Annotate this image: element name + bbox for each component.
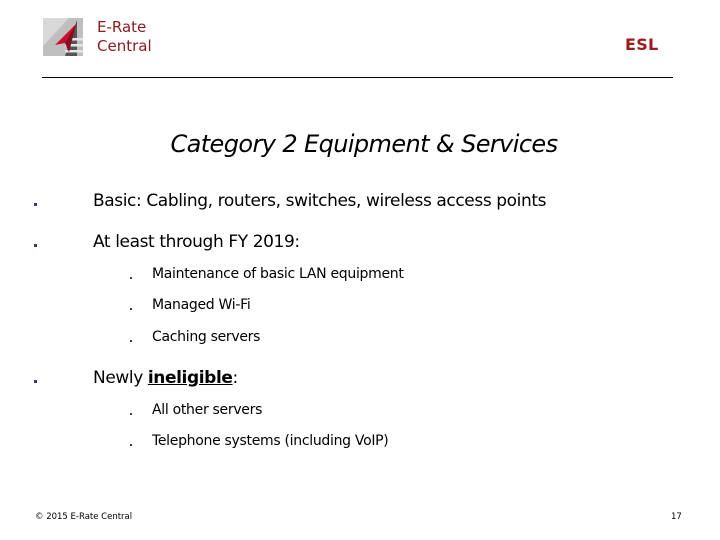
copyright-footer: © 2015 E-Rate Central [35,512,133,522]
slide-title: Category 2 Equipment & Services [170,130,558,158]
bullet-marker [34,244,37,247]
sub-bullet-lan-maintenance: Maintenance of basic LAN equipment [152,266,404,282]
colon-text: : [232,368,239,388]
sub-bullet-other-servers: All other servers [152,402,263,418]
bullet-basic: Basic: Cabling, routers, switches, wirel… [93,191,547,211]
ineligible-emphasis: ineligible [147,368,233,388]
bullet-fy2019: At least through FY 2019: [93,232,300,252]
sub-bullet-marker [130,277,132,279]
header-divider [42,77,673,78]
sub-bullet-marker [130,308,132,310]
bullet-marker [34,203,37,206]
page-number: 17 [671,512,682,522]
sub-bullet-caching-servers: Caching servers [152,329,261,345]
sub-bullet-marker [130,444,132,446]
esl-label: ESL [625,35,659,54]
sub-bullet-telephone-systems: Telephone systems (including VoIP) [152,433,389,449]
bullet-marker [34,380,37,383]
newly-text: Newly [93,368,148,388]
brand-line-2: Central [97,37,152,55]
brand-line-1: E-Rate [97,18,147,36]
bullet-newly-ineligible: Newly ineligible: [93,368,238,388]
sub-bullet-managed-wifi: Managed Wi-Fi [152,297,251,313]
sub-bullet-marker [130,413,132,415]
sub-bullet-marker [130,340,132,342]
e-rate-central-logo-icon [43,18,83,56]
brand-name: E-Rate Central [97,17,152,56]
